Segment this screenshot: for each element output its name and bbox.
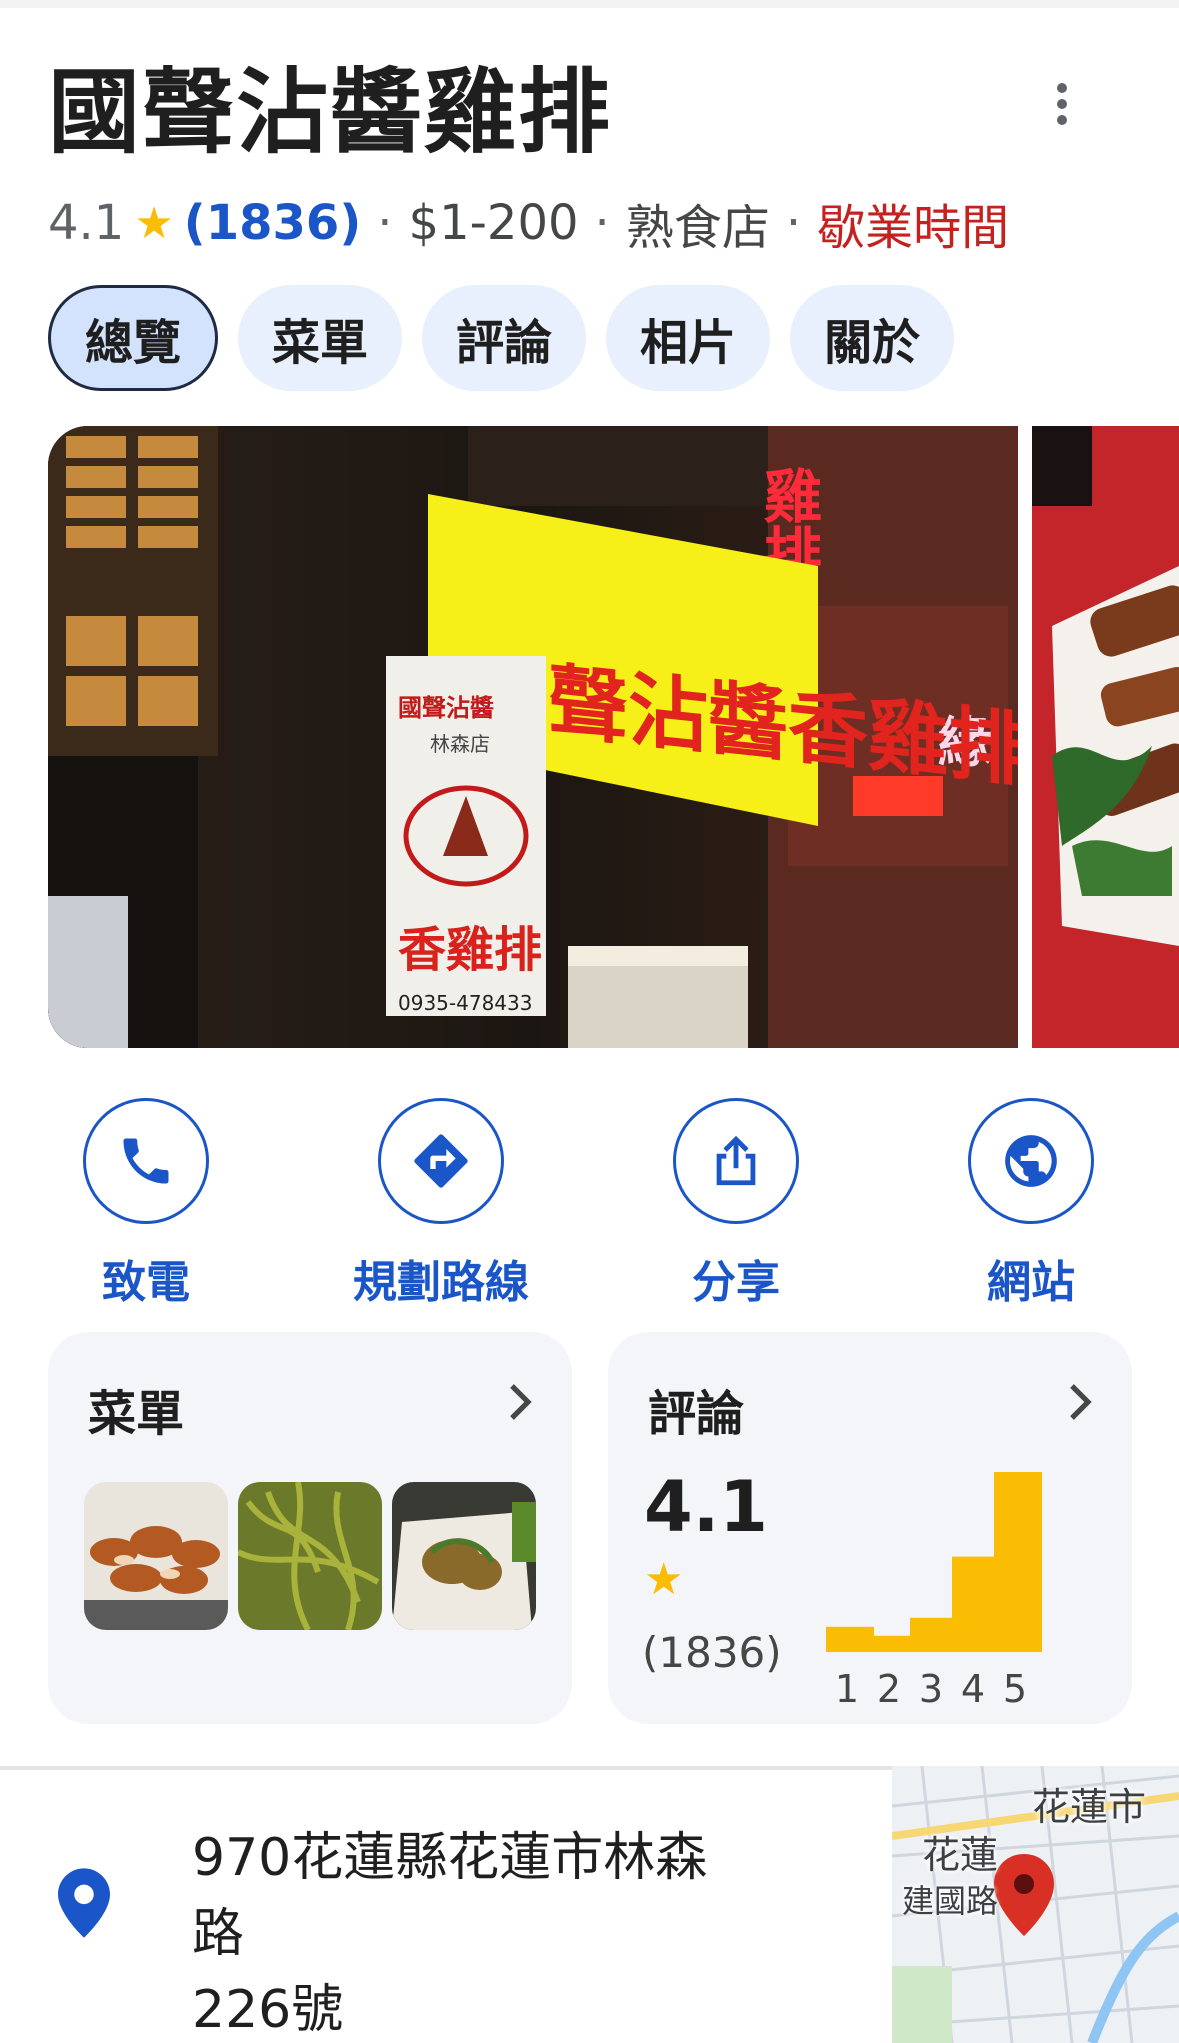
star-icon: ★: [644, 1554, 684, 1605]
storefront-photo[interactable]: 雞排 緣 國聲沾醬香雞排 國聲沾醬 林森店 香雞排 0935-478433: [48, 426, 1018, 1048]
map-thumbnail[interactable]: 花蓮市 花蓮 建國路: [892, 1766, 1179, 2043]
histogram-bar-4: [952, 1556, 1000, 1652]
menu-photo-3[interactable]: [392, 1482, 536, 1630]
star-icon: ★: [134, 197, 174, 249]
hours-status[interactable]: 歇業時間: [817, 188, 1009, 258]
quick-actions: 致電 規劃路線 分享 網站: [0, 1098, 1179, 1308]
website-label: 網站: [987, 1257, 1075, 1308]
food-photo-image: [1032, 426, 1179, 1048]
share-icon: [673, 1098, 799, 1224]
histogram-label-2: 2: [877, 1667, 901, 1710]
separator-dot: ·: [594, 195, 610, 251]
directions-label: 規劃路線: [353, 1257, 529, 1308]
small-sign-top: 國聲沾醬: [398, 694, 494, 722]
separator-dot: ·: [785, 195, 802, 251]
histogram-bar-2: [868, 1635, 916, 1652]
small-sign-bottom: 香雞排: [398, 922, 542, 978]
place-category: 熟食店: [625, 200, 770, 256]
globe-icon: [968, 1098, 1094, 1224]
histogram-bar-5: [994, 1472, 1042, 1652]
reviews-card-title: 評論: [648, 1386, 745, 1442]
phone-icon: [83, 1098, 209, 1224]
histogram-bar-3: [910, 1617, 958, 1652]
map-label-city: 花蓮市: [1032, 1785, 1147, 1829]
top-divider: [0, 0, 1179, 8]
storefront-photo-image: 雞排 緣 國聲沾醬香雞排 國聲沾醬 林森店 香雞排 0935-478433: [48, 426, 1018, 1048]
directions-icon: [378, 1098, 504, 1224]
menu-card[interactable]: 菜單: [48, 1332, 572, 1724]
separator-dot: ·: [377, 195, 393, 251]
reviews-card[interactable]: 評論 4.1 ★ (1836) 12345: [608, 1332, 1132, 1724]
reviews-rating: 4.1: [644, 1466, 769, 1548]
rating-histogram: 12345: [826, 1472, 1042, 1710]
tab-photos[interactable]: 相片: [606, 285, 771, 391]
small-sign-phone: 0935-478433: [398, 991, 532, 1015]
price-range: $1-200: [408, 195, 579, 251]
location-pin-icon: [58, 1868, 110, 1938]
place-title: 國聲沾醬雞排: [48, 59, 613, 166]
histogram-bar-1: [826, 1626, 874, 1652]
chevron-right-icon: [1070, 1384, 1092, 1420]
histogram-label-1: 1: [835, 1667, 859, 1710]
food-photo-preview[interactable]: [1032, 426, 1179, 1048]
tab-about[interactable]: 關於: [790, 285, 955, 391]
map-label-road: 建國路: [902, 1882, 999, 1920]
histogram-label-5: 5: [1003, 1667, 1027, 1710]
tab-reviews[interactable]: 評論: [422, 285, 587, 391]
more-options-icon[interactable]: [1040, 78, 1084, 138]
website-button[interactable]: 網站: [911, 1098, 1151, 1310]
review-count-link[interactable]: (1836): [184, 195, 361, 251]
directions-button[interactable]: 規劃路線: [321, 1098, 561, 1310]
place-details-page: 國聲沾醬雞排 4.1 ★ (1836) · $1-200 · 熟食店 · 歇業時…: [0, 0, 1179, 2043]
menu-card-title: 菜單: [88, 1386, 185, 1442]
call-label: 致電: [102, 1257, 190, 1308]
call-button[interactable]: 致電: [26, 1098, 266, 1310]
address-line-2: 226號: [192, 1980, 344, 2040]
histogram-label-3: 3: [919, 1667, 943, 1710]
small-sign-branch: 林森店: [430, 732, 490, 756]
histogram-label-4: 4: [961, 1667, 985, 1710]
reviews-count: (1836): [642, 1628, 782, 1677]
tab-bar: 總覽 菜單 評論 相片 關於: [48, 285, 955, 391]
address-text[interactable]: 970花蓮縣花蓮市林森路 226號: [192, 1820, 752, 2043]
menu-photo-2[interactable]: [238, 1482, 382, 1630]
share-button[interactable]: 分享: [616, 1098, 856, 1310]
chevron-right-icon: [510, 1384, 532, 1420]
rating-value: 4.1: [48, 195, 125, 251]
share-label: 分享: [692, 1257, 780, 1308]
address-line-1: 970花蓮縣花蓮市林森路: [192, 1828, 708, 1964]
tab-menu[interactable]: 菜單: [238, 285, 403, 391]
tab-overview[interactable]: 總覽: [48, 285, 219, 391]
place-meta: 4.1 ★ (1836) · $1-200 · 熟食店 · 歇業時間: [48, 188, 1009, 258]
map-label-area: 花蓮: [922, 1833, 999, 1877]
menu-photo-1[interactable]: [84, 1482, 228, 1630]
